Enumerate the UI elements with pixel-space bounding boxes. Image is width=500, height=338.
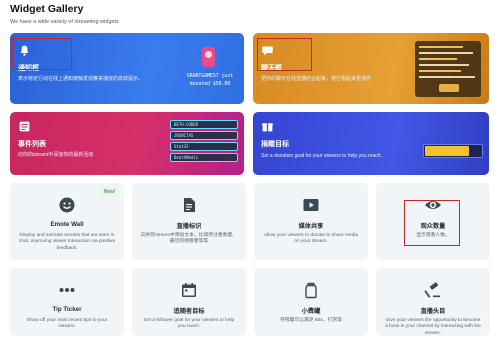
event-row: Stat33 xyxy=(174,144,189,149)
new-badge: New! xyxy=(100,188,118,196)
event-row: BETH-CODER xyxy=(174,122,199,127)
event-preview: BETH-CODER JRUNITAS Stat33 DeathMedic xyxy=(170,120,238,164)
tile-desc: 向你的stream中添加文本，比如所注者数量、最近的捐赠者等等 xyxy=(140,233,238,245)
banner-desc: Set a donation goal for your viewers to … xyxy=(261,153,382,159)
calendar-icon xyxy=(182,283,196,297)
tile-tip-ticker[interactable]: Tip Ticker Show off your most recent tip… xyxy=(10,268,124,336)
tile-desc: 存钱罐可以满足 Bits、打赏等 xyxy=(279,318,343,323)
page-subtitle: We have a wide variety of streaming widg… xyxy=(10,19,119,25)
tile-title: Tip Ticker xyxy=(52,306,82,313)
document-icon xyxy=(184,198,195,212)
tile-stream-label[interactable]: 直播标识 向你的stream中添加文本，比如所注者数量、最近的捐赠者等等 xyxy=(132,183,246,260)
tile-title: Emote Wall xyxy=(50,221,84,228)
tile-title: 追随者目标 xyxy=(173,308,205,315)
tile-desc: Set a follower goal for your viewers to … xyxy=(143,318,235,330)
tile-desc: Allow your viewers to donate to share me… xyxy=(263,233,359,245)
jar-icon xyxy=(305,282,317,299)
list-icon xyxy=(19,121,30,132)
dots-icon xyxy=(59,288,75,292)
banner-desc: 向你的stream中添加你的最新活动 xyxy=(18,152,94,158)
gift-icon xyxy=(262,123,273,132)
goal-progress-bar xyxy=(423,144,483,158)
alert-preview-line1: GRANTGAMES7 just xyxy=(186,74,234,79)
play-icon xyxy=(303,199,319,211)
event-row: JRUNITAS xyxy=(174,133,194,138)
banner-desc: 表示特定行动在线上通知被触发观察来播放的高效提示。 xyxy=(18,76,144,82)
tile-stream-boss[interactable]: 直播头目 Give your viewers the opportunity t… xyxy=(376,268,490,336)
tile-media-share[interactable]: 媒体共享 Allow your viewers to donate to sha… xyxy=(254,183,368,260)
event-row: DeathMedic xyxy=(174,155,199,160)
tile-emote-wall[interactable]: New! Emote Wall Display and animate emot… xyxy=(10,183,124,260)
banner-desc: 把你的聊天在线直播结合起来，使它看起来更漂亮 xyxy=(261,76,372,82)
tile-desc: Display and animate emotes that are seen… xyxy=(18,233,116,251)
tile-follower-goal[interactable]: 追随者目标 Set a follower goal for your viewe… xyxy=(132,268,246,336)
gavel-icon xyxy=(424,282,440,298)
alert-preview-line2: donated $50.00 xyxy=(189,82,231,87)
tile-desc: Give your viewers the opportunity to bec… xyxy=(385,318,481,336)
smiley-icon xyxy=(59,197,75,213)
banner-title: 捐赠目标 xyxy=(261,141,289,148)
chat-preview xyxy=(415,41,481,97)
page-title: Widget Gallery xyxy=(10,3,84,15)
tile-title: 媒体共享 xyxy=(298,223,324,230)
highlight-box-viewer-count xyxy=(404,200,460,246)
banner-donation-goal[interactable]: 捐赠目标 Set a donation goal for your viewer… xyxy=(253,112,489,175)
tile-title: 直播标识 xyxy=(176,223,202,230)
banner-event-list[interactable]: 事件列表 向你的stream中添加你的最新活动 BETH-CODER JRUNI… xyxy=(10,112,244,175)
alert-preview: GRANTGAMES7 just donated $50.00 xyxy=(178,47,238,93)
highlight-box-chat xyxy=(257,38,312,71)
banner-title: 事件列表 xyxy=(18,141,46,148)
tile-title: 直播头目 xyxy=(420,308,446,315)
tile-title: 小费罐 xyxy=(301,308,321,315)
highlight-box-alert xyxy=(12,38,72,70)
tile-desc: Show off your most recent tips to your v… xyxy=(26,318,108,330)
tile-tip-jar[interactable]: 小费罐 存钱罐可以满足 Bits、打赏等 xyxy=(254,268,368,336)
